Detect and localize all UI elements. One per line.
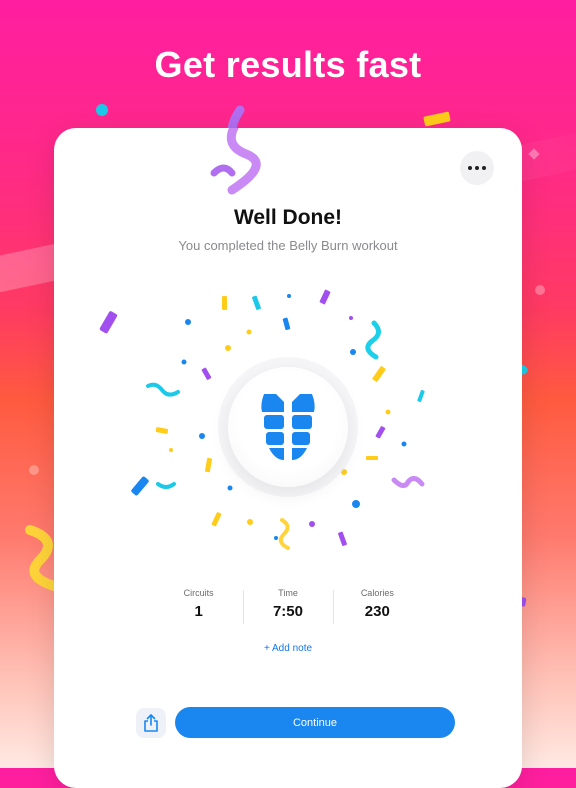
card-title: Well Done! xyxy=(233,206,343,229)
workout-complete-card: Well Done! You completed the Belly Burn … xyxy=(54,128,522,788)
stat-circuits: Circuits 1 xyxy=(154,588,243,620)
add-note-link[interactable]: + Add note xyxy=(54,643,522,654)
continue-button[interactable]: Continue xyxy=(175,707,455,738)
page-headline: Get results fast xyxy=(154,44,422,85)
abs-icon xyxy=(261,394,315,460)
stat-label: Circuits xyxy=(183,588,214,598)
more-options-button[interactable] xyxy=(460,151,494,185)
share-icon xyxy=(144,714,158,732)
stat-value: 1 xyxy=(194,603,203,620)
ellipsis-icon xyxy=(468,166,486,170)
stat-calories: Calories 230 xyxy=(332,588,422,624)
card-subtitle: You completed the Belly Burn workout xyxy=(178,238,398,253)
stat-value: 230 xyxy=(364,603,390,620)
share-button[interactable] xyxy=(136,708,166,738)
workout-badge xyxy=(228,367,348,487)
stat-value: 7:50 xyxy=(272,603,303,620)
stat-time: Time 7:50 xyxy=(243,588,332,624)
workout-stats: Circuits 1 Time 7:50 Calories 230 xyxy=(154,588,422,624)
stat-label: Calories xyxy=(360,588,394,598)
stat-label: Time xyxy=(278,588,298,598)
